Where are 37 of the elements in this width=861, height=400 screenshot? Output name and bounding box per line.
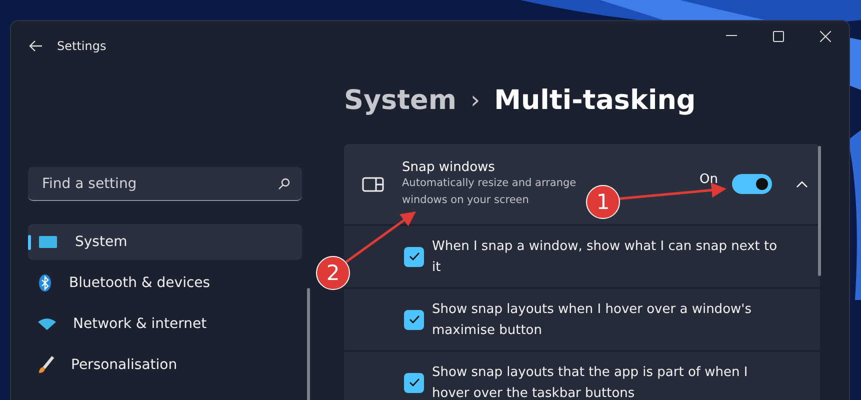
checkbox-label: Show snap layouts when I hover over a window's maximise button	[432, 300, 752, 340]
scrollbar[interactable]	[818, 146, 821, 276]
bluetooth-icon	[38, 274, 52, 292]
minimize-icon	[726, 35, 737, 37]
checkmark-icon	[408, 252, 420, 261]
maximize-icon	[773, 30, 784, 42]
nav-item[interactable]: Bluetooth & devices	[28, 265, 302, 301]
breadcrumb-separator: ›	[470, 86, 480, 114]
back-arrow-icon[interactable]	[29, 40, 43, 52]
checkmark-icon	[408, 378, 420, 387]
toggle-switch[interactable]	[732, 174, 772, 194]
scrollbar[interactable]	[307, 288, 310, 400]
toggle-state-label: On	[700, 172, 718, 186]
chevron-up-icon[interactable]	[796, 180, 808, 188]
annotation-arrow	[345, 212, 416, 264]
brush-icon	[38, 356, 54, 374]
wifi-icon	[38, 318, 56, 330]
window-title: Settings	[57, 39, 106, 53]
page-title: Multi-tasking	[494, 84, 696, 116]
checkbox[interactable]	[404, 372, 424, 392]
close-icon	[820, 30, 831, 42]
monitor-icon	[38, 235, 58, 249]
nav-item[interactable]: Network & internet	[28, 306, 302, 342]
checkbox-label: Show snap layouts that the app is part of when I hover over the taskbar buttons	[432, 364, 749, 400]
checkmark-icon	[408, 315, 420, 324]
checkbox[interactable]	[404, 310, 424, 330]
snap-layout-icon	[362, 176, 384, 192]
breadcrumb-link[interactable]: System	[344, 84, 456, 116]
nav-item[interactable]: System	[28, 224, 302, 260]
search-icon	[278, 178, 290, 190]
setting-title: Snap windows	[402, 160, 495, 174]
setting-description: Automatically resize and arrange windows on your screen	[402, 176, 578, 208]
checkbox[interactable]	[404, 246, 424, 266]
search-field[interactable]: Find a setting	[28, 167, 302, 201]
nav-item[interactable]: Personalisation	[28, 347, 302, 383]
search-input[interactable]: Find a setting	[40, 174, 278, 192]
checkbox-label: When I snap a window, show what I can snap next to it	[432, 238, 778, 276]
